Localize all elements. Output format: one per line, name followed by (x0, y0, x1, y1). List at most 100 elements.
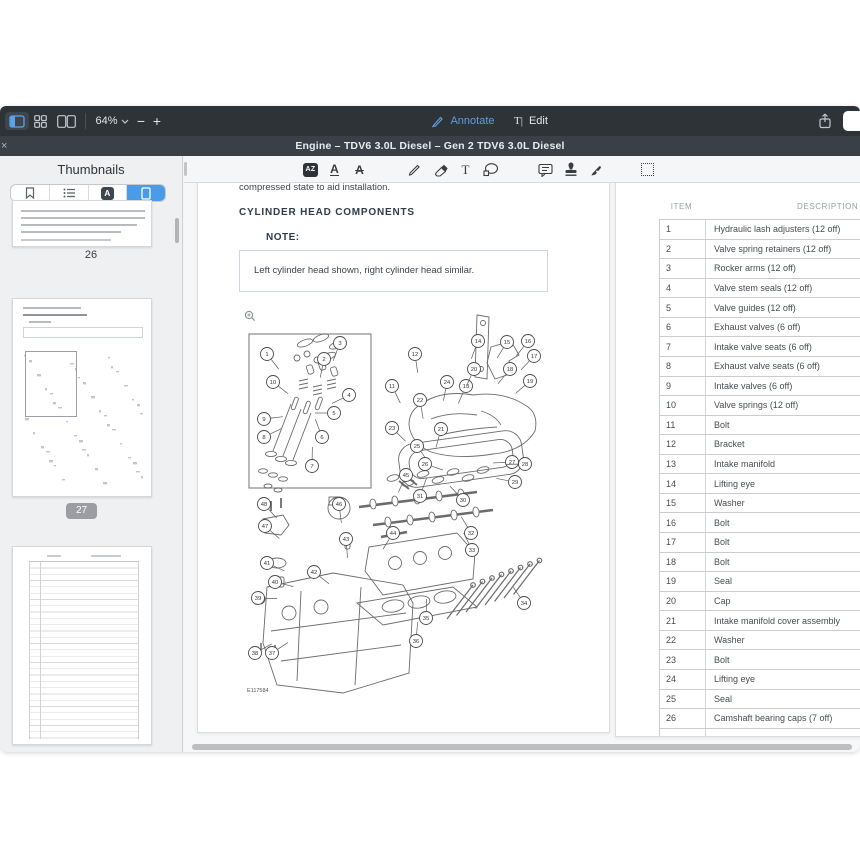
parts-table-body: 1Hydraulic lash adjusters (12 off)2Valve… (659, 219, 860, 737)
table-cell-item: 5 (660, 303, 705, 313)
outline-tab[interactable] (50, 185, 89, 201)
signature-pen-icon (589, 162, 604, 177)
svg-text:11: 11 (389, 384, 395, 390)
table-cell-description: Seal (705, 690, 860, 709)
table-row: 4Valve stem seals (12 off) (660, 279, 860, 299)
table-row: 15Washer (660, 494, 860, 514)
table-cell-item: 24 (660, 674, 705, 684)
pencil-tool-button[interactable] (405, 160, 424, 179)
table-cell-description: Valve stem seals (12 off) (705, 279, 860, 298)
document-viewport[interactable]: compressed state to aid installation. CY… (184, 183, 860, 752)
svg-text:46: 46 (336, 502, 342, 508)
table-cell-item: 11 (660, 420, 705, 430)
table-cell-description: Bolt (705, 650, 860, 669)
thumbnail-mini-table (29, 561, 139, 739)
thumbnail-page-28[interactable] (12, 546, 152, 745)
sidebar-icon (9, 115, 25, 128)
table-cell-item: 2 (660, 244, 705, 254)
table-cell-description: Exhaust valves (6 off) (705, 318, 860, 337)
table-cell-description: Washer (705, 494, 860, 513)
table-cell-description: Bolt (705, 533, 860, 552)
bookmarks-tab[interactable] (11, 185, 50, 201)
close-tab-icon[interactable]: × (0, 136, 11, 156)
sidebar-scrollbar[interactable] (175, 218, 179, 243)
table-cell-item: 6 (660, 322, 705, 332)
stamp-tool-button[interactable] (561, 160, 580, 179)
document-tab-bar[interactable]: × Engine – TDV6 3.0L Diesel – Gen 2 TDV6… (0, 136, 860, 156)
share-button[interactable] (816, 106, 834, 136)
svg-text:30: 30 (460, 498, 466, 504)
note-tool-button[interactable] (536, 160, 555, 179)
svg-text:6: 6 (320, 435, 323, 441)
thumbnails-sidebar: Thumbnails A (0, 156, 183, 752)
table-row: 3Rocker arms (12 off) (660, 259, 860, 279)
table-cell-item: 18 (660, 557, 705, 567)
svg-text:19: 19 (527, 379, 533, 385)
table-row: 20Cap (660, 592, 860, 612)
engine-exploded-diagram: 1234567891011121314151617181920212223242… (241, 301, 571, 711)
table-cell-item: 17 (660, 537, 705, 547)
svg-text:29: 29 (512, 480, 518, 486)
text-tool-button[interactable]: T (456, 160, 475, 179)
page-number-26: 26 (0, 249, 182, 261)
outline-list-icon (63, 188, 75, 198)
horizontal-scrollbar[interactable] (192, 744, 852, 750)
svg-text:2: 2 (322, 357, 325, 363)
highlight-tool-button[interactable]: AZ (301, 160, 320, 179)
svg-text:47: 47 (262, 524, 268, 530)
thumbnail-grid-button[interactable] (31, 106, 49, 136)
table-row: 8Exhaust valve seats (6 off) (660, 357, 860, 377)
table-row: 22Washer (660, 631, 860, 651)
edit-label: Edit (529, 115, 548, 127)
svg-text:27: 27 (509, 460, 515, 466)
select-tool-button[interactable] (638, 160, 657, 179)
search-input[interactable] (843, 111, 860, 131)
table-cell-description: Bolt (705, 416, 860, 435)
annotations-tab[interactable]: A (89, 185, 128, 201)
table-cell-description: Intake manifold (705, 455, 860, 474)
table-row: 2Valve spring retainers (12 off) (660, 240, 860, 260)
underline-tool-button[interactable]: A (325, 160, 344, 179)
table-row: 26Camshaft bearing caps (7 off) (660, 709, 860, 729)
thumbnail-page-26[interactable] (12, 200, 152, 247)
table-cell-description: Intake manifold cover assembly (705, 611, 860, 630)
zoom-level-dropdown[interactable]: 64% (93, 106, 131, 136)
table-cell-description (705, 729, 860, 737)
annotate-tab[interactable]: Annotate (428, 106, 498, 136)
pages-tab[interactable] (127, 185, 165, 201)
table-cell-item: 23 (660, 655, 705, 665)
table-cell-description: Rocker arms (12 off) (705, 259, 860, 278)
sidebar-toggle-button[interactable] (8, 106, 26, 136)
table-cell-description: Camshaft bearing caps (7 off) (705, 709, 860, 728)
zoom-in-button[interactable]: + (150, 106, 164, 136)
two-page-view-button[interactable] (55, 106, 77, 136)
table-cell-description: Intake valves (6 off) (705, 377, 860, 396)
document-tab-title: Engine – TDV6 3.0L Diesel – Gen 2 TDV6 3… (0, 136, 860, 156)
table-cell-description: Exhaust valve seats (6 off) (705, 357, 860, 376)
svg-text:13: 13 (463, 384, 469, 390)
text-tool-icon: T (462, 162, 470, 178)
sidebar-resize-handle[interactable] (184, 162, 187, 176)
table-row: 12Bracket (660, 435, 860, 455)
svg-text:44: 44 (390, 531, 397, 537)
thumbnail-page-27[interactable] (12, 298, 152, 497)
eraser-tool-button[interactable] (431, 160, 450, 179)
strikethrough-tool-button[interactable]: A (350, 160, 369, 179)
table-cell-item: 10 (660, 400, 705, 410)
table-row: 19Seal (660, 572, 860, 592)
svg-text:45: 45 (403, 473, 409, 479)
table-cell-item: 9 (660, 381, 705, 391)
shapes-tool-button[interactable] (481, 160, 500, 179)
table-header-item: ITEM (659, 202, 704, 211)
table-cell-item: 25 (660, 694, 705, 704)
table-cell-item: 16 (660, 518, 705, 528)
edit-tab[interactable]: T| Edit (508, 106, 554, 136)
signature-tool-button[interactable] (587, 160, 606, 179)
svg-text:16: 16 (525, 339, 531, 345)
zoom-out-button[interactable]: − (134, 106, 148, 136)
engine-parts-art (255, 315, 536, 693)
table-cell-item: 13 (660, 459, 705, 469)
table-cell-description: Washer (705, 631, 860, 650)
page-27: compressed state to aid installation. CY… (197, 183, 610, 733)
svg-text:41: 41 (264, 561, 270, 567)
